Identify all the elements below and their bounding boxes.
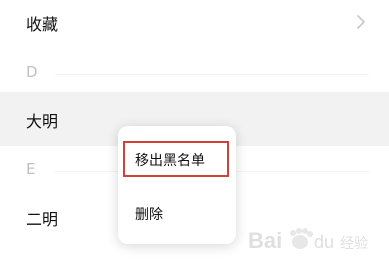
remove-from-blacklist-button[interactable]: 移出黑名单 bbox=[118, 142, 236, 182]
context-menu: 移出黑名单 删除 bbox=[118, 126, 236, 244]
svg-text:Bai: Bai bbox=[248, 228, 282, 253]
menu-item-label: 删除 bbox=[135, 207, 163, 223]
section-divider bbox=[55, 74, 369, 75]
chevron-right-icon bbox=[355, 14, 367, 30]
section-header-d: D bbox=[0, 59, 389, 89]
delete-button[interactable]: 删除 bbox=[118, 202, 236, 242]
favorites-label: 收藏 bbox=[26, 15, 59, 34]
svg-text:du: du bbox=[314, 232, 334, 252]
baidu-watermark: Bai du 经验 bbox=[240, 220, 380, 260]
contact-name: 二明 bbox=[26, 210, 59, 229]
menu-item-label: 移出黑名单 bbox=[135, 153, 205, 169]
section-letter: D bbox=[26, 63, 38, 81]
contact-name: 大明 bbox=[26, 112, 59, 131]
section-letter: E bbox=[26, 160, 36, 178]
favorites-row[interactable]: 收藏 bbox=[0, 0, 389, 44]
svg-text:经验: 经验 bbox=[340, 236, 368, 252]
